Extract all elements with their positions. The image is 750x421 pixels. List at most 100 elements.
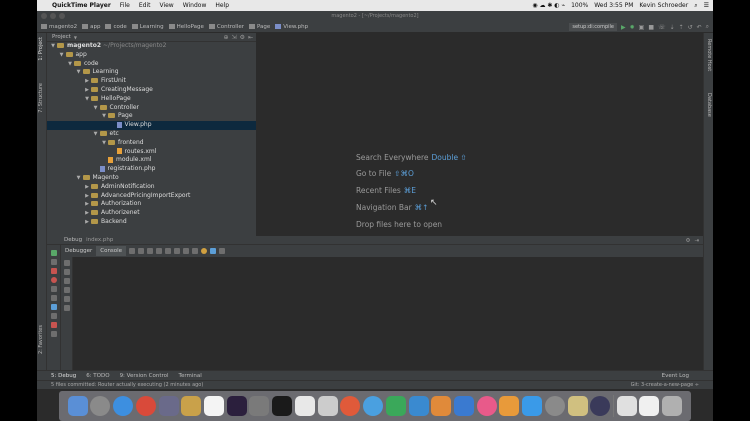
expanded-arrow-icon[interactable]: ▼ bbox=[66, 60, 74, 69]
expanded-arrow-icon[interactable]: ▼ bbox=[100, 139, 108, 148]
collapsed-arrow-icon[interactable]: ▶ bbox=[83, 209, 91, 218]
phpstorm-icon[interactable] bbox=[226, 396, 247, 416]
tree-row[interactable]: ▼ HelloPage bbox=[47, 95, 256, 104]
layout-icon[interactable] bbox=[50, 295, 57, 301]
tree-row[interactable]: ▶ CreatingMessage bbox=[47, 86, 256, 95]
close-window-icon[interactable] bbox=[41, 13, 47, 19]
pages-icon[interactable] bbox=[431, 396, 452, 416]
chevron-down-icon[interactable]: ▼ bbox=[74, 35, 77, 40]
phone-icon[interactable]: ☏ bbox=[658, 24, 666, 31]
tool-version-control[interactable]: 9: Version Control bbox=[120, 373, 169, 379]
menu-window[interactable]: Window bbox=[183, 2, 207, 9]
force-step-into-icon[interactable] bbox=[165, 248, 172, 254]
tool-favorites[interactable]: 2: Favorites bbox=[38, 325, 44, 354]
search-everywhere-icon[interactable]: ⌕ bbox=[706, 23, 709, 31]
locate-icon[interactable]: ⊕ bbox=[224, 34, 229, 41]
final-cut-icon[interactable] bbox=[158, 396, 179, 416]
collapsed-arrow-icon[interactable]: ▶ bbox=[83, 77, 91, 86]
expanded-arrow-icon[interactable]: ▼ bbox=[75, 68, 83, 77]
tree-row[interactable]: ▶ AdminNotification bbox=[47, 183, 256, 192]
app-menu[interactable]: QuickTime Player bbox=[52, 2, 111, 9]
git-branch[interactable]: Git: 3-create-a-new-page ÷ bbox=[631, 382, 699, 388]
hide-panel-icon[interactable]: ⇥ bbox=[694, 238, 699, 244]
expanded-arrow-icon[interactable]: ▼ bbox=[83, 95, 91, 104]
tool-debug[interactable]: 5: Debug bbox=[51, 373, 76, 379]
listen-icon[interactable] bbox=[201, 248, 208, 254]
tree-row[interactable]: ▶ AdvancedPricingImportExport bbox=[47, 192, 256, 201]
run-to-cursor-icon[interactable] bbox=[183, 248, 190, 254]
tree-row[interactable]: registration.php bbox=[47, 165, 256, 174]
battery-level[interactable]: 100% bbox=[571, 2, 588, 9]
breadcrumb-item[interactable]: HelloPage bbox=[168, 24, 204, 30]
tree-row[interactable]: ▼ app bbox=[47, 51, 256, 60]
chrome-icon[interactable] bbox=[135, 396, 156, 416]
textedit-icon[interactable] bbox=[294, 396, 315, 416]
breadcrumb-item[interactable]: Page bbox=[248, 24, 270, 30]
tree-row[interactable]: ▶ Authorization bbox=[47, 200, 256, 209]
status-message[interactable]: 5 files committed: Router actually execu… bbox=[51, 382, 203, 388]
launchpad-icon[interactable] bbox=[90, 396, 111, 416]
expanded-arrow-icon[interactable]: ▼ bbox=[49, 42, 57, 51]
gear-icon[interactable]: ⚙ bbox=[685, 238, 690, 244]
breadcrumb-item[interactable]: Learning bbox=[131, 24, 164, 30]
minimize-window-icon[interactable] bbox=[50, 13, 56, 19]
breadcrumb-item[interactable]: magento2 bbox=[41, 24, 77, 30]
tool-remote-host[interactable]: Remote Host bbox=[706, 39, 712, 71]
menu-help[interactable]: Help bbox=[215, 2, 229, 9]
step-out-icon[interactable] bbox=[174, 248, 181, 254]
scroll-down-icon[interactable] bbox=[63, 269, 70, 275]
evaluate-icon[interactable] bbox=[192, 248, 199, 254]
tab-console[interactable]: Console bbox=[96, 246, 127, 256]
collapse-all-icon[interactable]: ⇲ bbox=[232, 34, 237, 41]
editor-empty-area[interactable]: Search Everywhere Double ⇧ Go to File ⇧⌘O … bbox=[256, 33, 703, 236]
breadcrumb-item[interactable]: app bbox=[82, 24, 100, 30]
tool-project[interactable]: 1: Project bbox=[38, 37, 44, 61]
collapsed-arrow-icon[interactable]: ▶ bbox=[83, 218, 91, 227]
breadcrumb-item[interactable]: code bbox=[105, 24, 127, 30]
coverage-icon[interactable]: ▣ bbox=[639, 24, 645, 31]
menu-edit[interactable]: Edit bbox=[139, 2, 151, 9]
tool-todo[interactable]: 6: TODO bbox=[86, 373, 109, 379]
tree-row[interactable]: ▼ Page bbox=[47, 112, 256, 121]
expanded-arrow-icon[interactable]: ▼ bbox=[100, 112, 108, 121]
expanded-arrow-icon[interactable]: ▼ bbox=[92, 104, 100, 113]
calendar-icon[interactable] bbox=[204, 396, 225, 416]
vcs-commit-icon[interactable]: ⇡ bbox=[679, 24, 684, 31]
preview-icon[interactable] bbox=[317, 396, 338, 416]
notes-icon[interactable] bbox=[181, 396, 202, 416]
system-preferences-icon[interactable] bbox=[544, 396, 565, 416]
breadcrumb-item[interactable]: View.php bbox=[275, 24, 308, 30]
print-icon[interactable] bbox=[63, 296, 70, 302]
list-icon[interactable]: ☰ bbox=[704, 2, 709, 9]
stop-icon[interactable] bbox=[50, 268, 57, 274]
tree-row[interactable]: ▼ code bbox=[47, 60, 256, 69]
tree-row[interactable]: ▶ FirstUnit bbox=[47, 77, 256, 86]
restore-layout-icon[interactable] bbox=[129, 248, 136, 254]
revert-icon[interactable]: ↶ bbox=[697, 24, 702, 31]
view-breakpoints-icon[interactable] bbox=[50, 277, 57, 283]
settings-icon[interactable] bbox=[50, 313, 57, 319]
collapsed-arrow-icon[interactable]: ▶ bbox=[83, 183, 91, 192]
photos-icon[interactable] bbox=[340, 396, 361, 416]
archive-utility-icon[interactable] bbox=[567, 396, 588, 416]
safari-icon[interactable] bbox=[113, 396, 134, 416]
search-icon[interactable]: ⌕ bbox=[694, 2, 697, 10]
numbers-icon[interactable] bbox=[408, 396, 429, 416]
history-icon[interactable]: ↺ bbox=[688, 24, 693, 31]
resume-icon[interactable] bbox=[50, 250, 57, 256]
run-config-select[interactable]: setup:di:compile bbox=[569, 23, 617, 31]
phone-debug-icon[interactable] bbox=[210, 248, 217, 254]
zoom-icon[interactable] bbox=[50, 304, 57, 310]
mute-breakpoints-icon[interactable] bbox=[50, 286, 57, 292]
downloads-stack-icon[interactable] bbox=[639, 396, 660, 416]
ibooks-icon[interactable] bbox=[499, 396, 520, 416]
tree-row[interactable]: ▼ Magento bbox=[47, 174, 256, 183]
collapsed-arrow-icon[interactable]: ▶ bbox=[83, 192, 91, 201]
hide-panel-icon[interactable]: ⇤ bbox=[248, 34, 253, 41]
step-into-icon[interactable] bbox=[156, 248, 163, 254]
document-icon[interactable] bbox=[616, 396, 637, 416]
scroll-end-icon[interactable] bbox=[63, 287, 70, 293]
collapsed-arrow-icon[interactable]: ▶ bbox=[83, 200, 91, 209]
pause-icon[interactable] bbox=[50, 259, 57, 265]
debug-icon[interactable]: ✹ bbox=[630, 24, 635, 31]
